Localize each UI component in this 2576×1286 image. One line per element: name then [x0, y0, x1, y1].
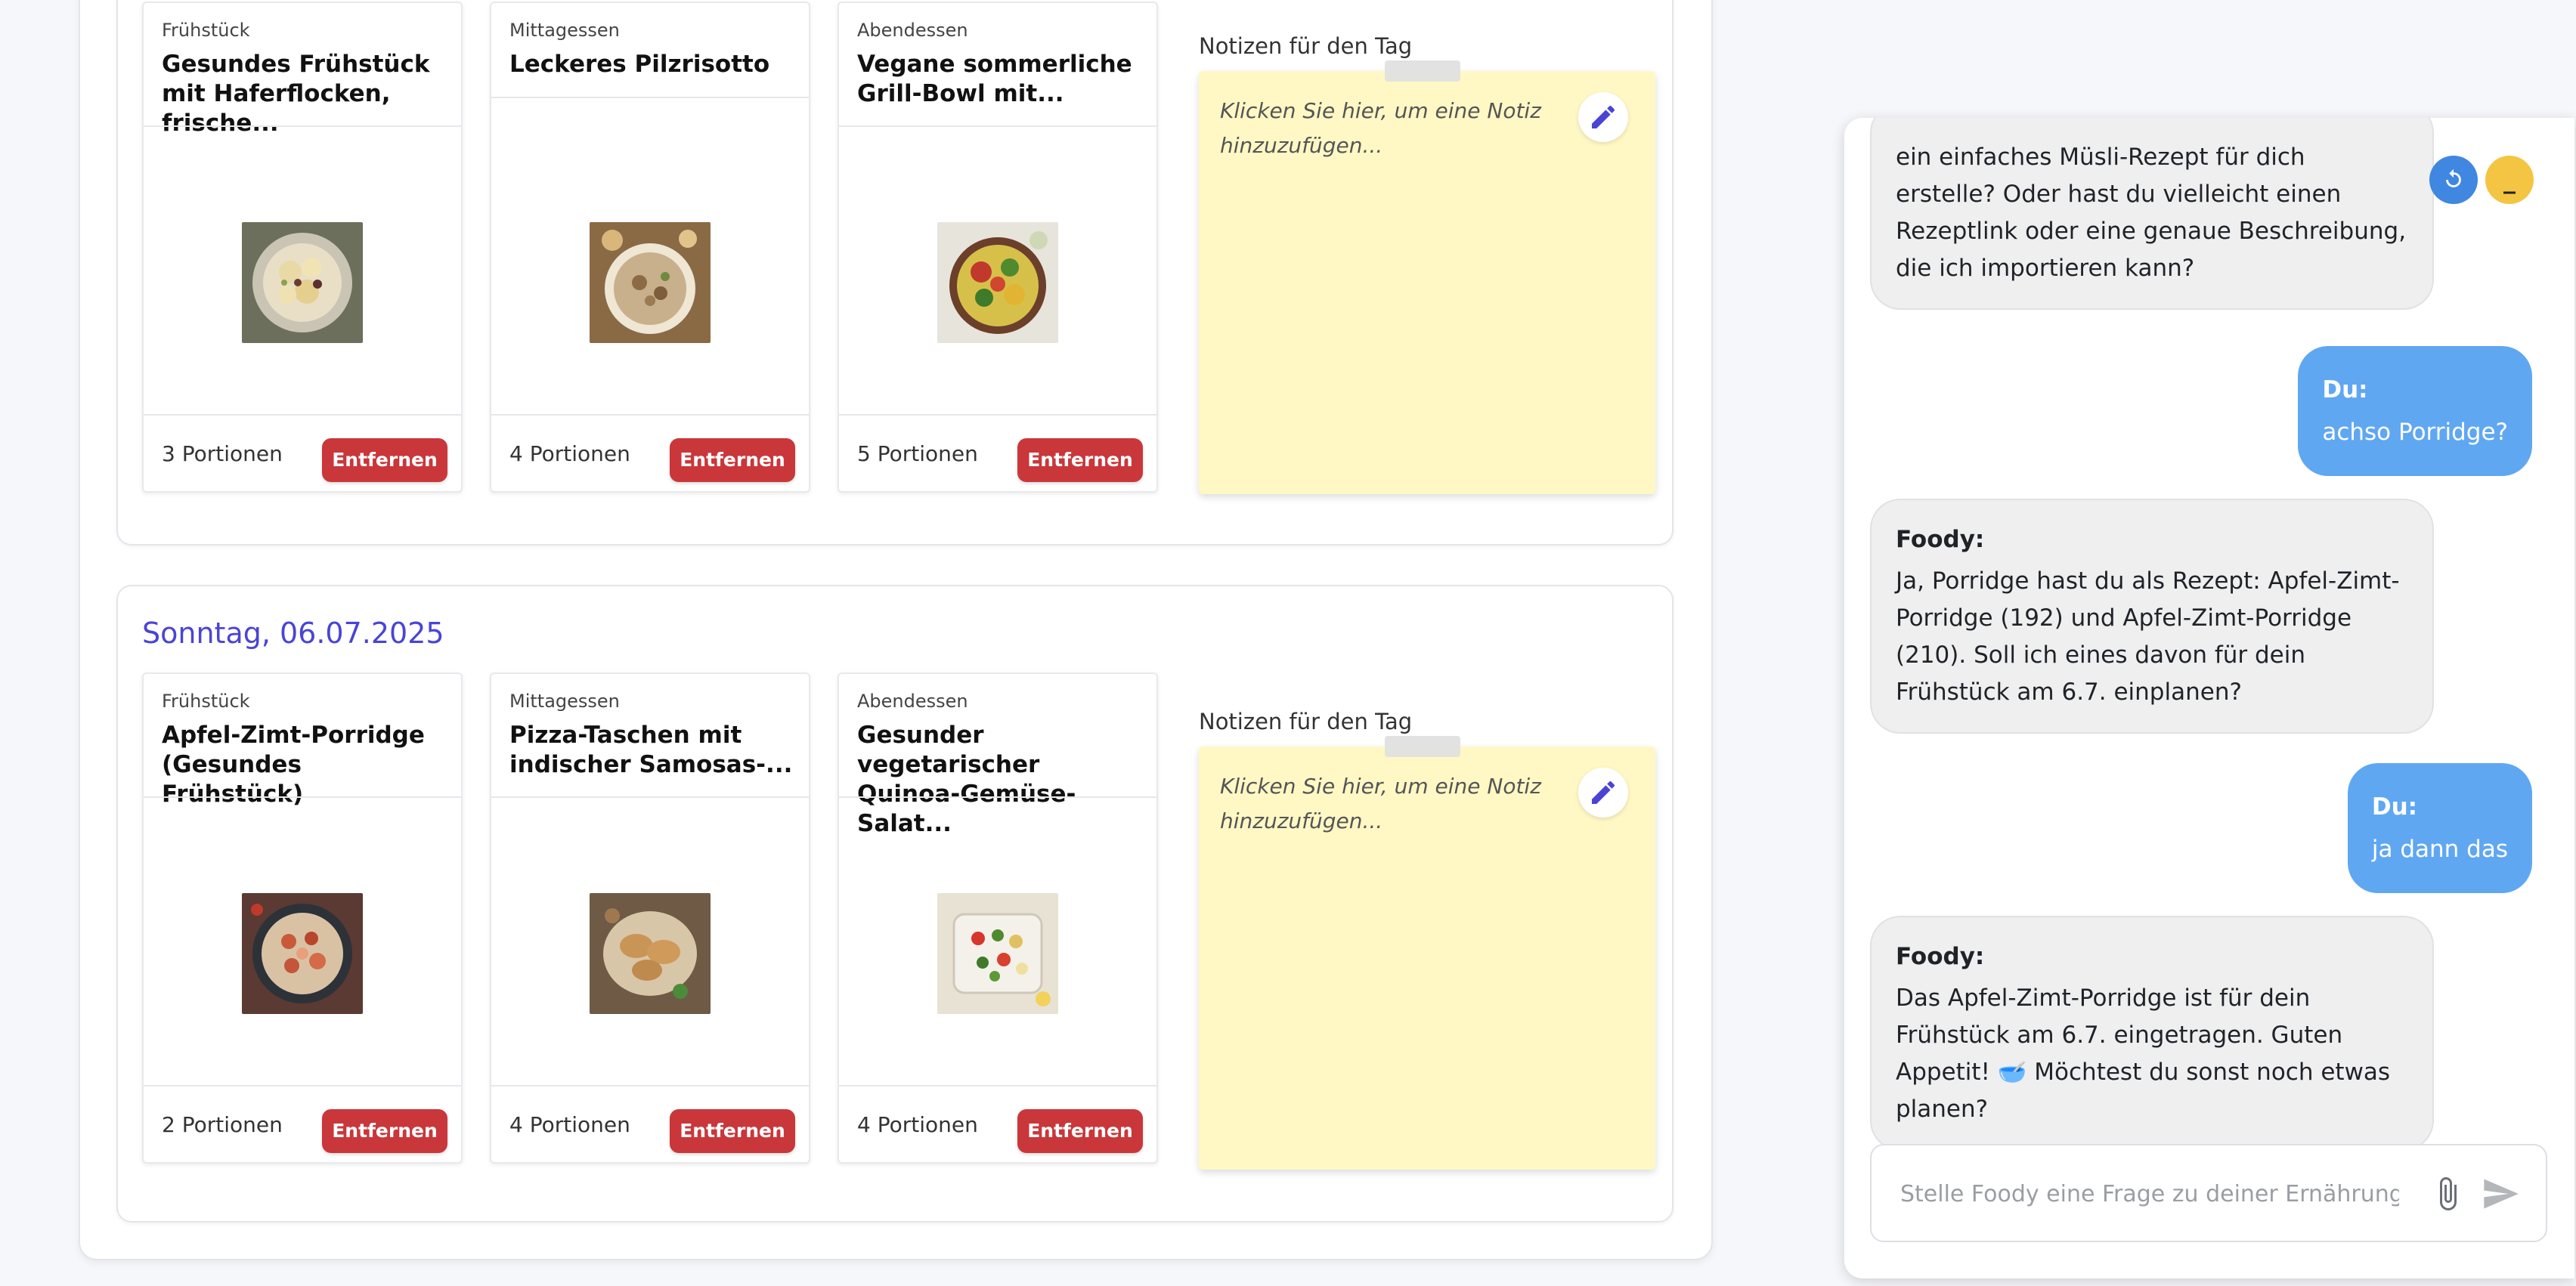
divider	[144, 796, 461, 798]
message-text: ein einfaches Müsli-Rezept für dich erst…	[1896, 144, 2407, 282]
edit-note-button[interactable]	[1578, 768, 1628, 818]
chat-input-box	[1870, 1144, 2547, 1242]
chat-input[interactable]	[1900, 1173, 2399, 1215]
meal-type-label: Frühstück	[162, 691, 250, 712]
divider	[491, 1085, 809, 1087]
tape-decoration	[1385, 60, 1460, 82]
send-icon[interactable]	[2481, 1174, 2520, 1213]
message-sender: Du:	[2322, 376, 2368, 403]
meal-card-breakfast[interactable]: Frühstück Gesundes Frühstück mit Haferfl…	[142, 2, 463, 493]
divider	[491, 414, 809, 416]
note-placeholder[interactable]: Klicken Sie hier, um eine Notiz hinzuzuf…	[1220, 94, 1553, 163]
sticky-note[interactable]: Klicken Sie hier, um eine Notiz hinzuzuf…	[1199, 736, 1655, 1170]
divider	[144, 125, 461, 127]
remove-button[interactable]: Entfernen	[1017, 438, 1143, 482]
chat-message-user: Du: ja dann das	[2347, 763, 2532, 893]
portions-label: 4 Portionen	[509, 441, 630, 466]
meal-card-dinner[interactable]: Abendessen Vegane sommerliche Grill-Bowl…	[838, 2, 1158, 493]
refresh-icon	[2446, 168, 2461, 187]
divider	[839, 796, 1156, 798]
divider	[839, 414, 1156, 416]
paperclip-icon[interactable]	[2429, 1176, 2466, 1212]
divider	[491, 97, 809, 98]
message-text: ja dann das	[2371, 836, 2508, 863]
notes-label: Notizen für den Tag	[1199, 33, 1413, 59]
minimize-chat-button[interactable]: _	[2485, 156, 2534, 204]
meal-image-apple-cinnamon-porridge	[242, 893, 363, 1014]
message-sender: Du:	[2371, 793, 2418, 821]
meal-image-quinoa-salad	[937, 893, 1058, 1014]
pencil-icon	[1592, 105, 1615, 128]
meal-type-label: Mittagessen	[509, 691, 620, 712]
remove-button[interactable]: Entfernen	[670, 1109, 795, 1153]
meal-title[interactable]: Vegane sommerliche Grill-Bowl mit...	[857, 50, 1144, 109]
divider	[144, 414, 461, 416]
meal-title[interactable]: Gesunder vegetarischer Quinoa-Gemüse-Sal…	[857, 721, 1144, 839]
chat-message-bot: Foody: Das Apfel-Zimt-Porridge ist für d…	[1870, 916, 2434, 1151]
meal-type-label: Abendessen	[857, 691, 968, 712]
remove-button[interactable]: Entfernen	[322, 1109, 447, 1153]
meal-image-apple-oat-bowl	[242, 222, 363, 343]
meal-card-lunch[interactable]: Mittagessen Pizza-Taschen mit indischer …	[490, 672, 810, 1164]
divider	[491, 796, 809, 798]
tape-decoration	[1385, 736, 1460, 757]
portions-label: 2 Portionen	[162, 1112, 283, 1137]
day-card: Frühstück Gesundes Frühstück mit Haferfl…	[116, 0, 1673, 546]
meal-card-breakfast[interactable]: Frühstück Apfel-Zimt-Porridge (Gesundes …	[142, 672, 463, 1164]
meal-image-vegan-grill-bowl	[937, 222, 1058, 343]
day-title: Sonntag, 06.07.2025	[142, 617, 444, 650]
meal-type-label: Abendessen	[857, 20, 968, 41]
message-sender: Foody:	[1896, 526, 1985, 553]
minimize-icon: _	[2503, 165, 2516, 194]
divider	[839, 1085, 1156, 1087]
meal-image-mushroom-risotto	[590, 222, 711, 343]
remove-button[interactable]: Entfernen	[1017, 1109, 1143, 1153]
message-sender: Foody:	[1896, 943, 1985, 970]
portions-label: 3 Portionen	[162, 441, 283, 466]
meal-type-label: Mittagessen	[509, 20, 620, 41]
portions-label: 4 Portionen	[857, 1112, 978, 1137]
message-text: Ja, Porridge hast du als Rezept: Apfel-Z…	[1896, 567, 2400, 706]
meal-image-pizza-pockets	[590, 893, 711, 1014]
divider	[839, 125, 1156, 127]
sticky-note[interactable]: Klicken Sie hier, um eine Notiz hinzuzuf…	[1199, 60, 1655, 494]
meal-title[interactable]: Leckeres Pilzrisotto	[509, 50, 797, 79]
meal-card-lunch[interactable]: Mittagessen Leckeres Pilzrisotto 4 Porti…	[490, 2, 810, 493]
note-placeholder[interactable]: Klicken Sie hier, um eine Notiz hinzuzuf…	[1220, 769, 1553, 839]
pencil-icon	[1592, 781, 1615, 804]
divider	[144, 1085, 461, 1087]
meal-title[interactable]: Pizza-Taschen mit indischer Samosas-...	[509, 721, 797, 780]
notes-label: Notizen für den Tag	[1199, 709, 1413, 734]
reset-chat-button[interactable]	[2429, 156, 2478, 204]
chat-message-bot: ein einfaches Müsli-Rezept für dich erst…	[1870, 118, 2434, 310]
chat-panel: ein einfaches Müsli-Rezept für dich erst…	[1844, 118, 2574, 1278]
message-text: achso Porridge?	[2322, 419, 2508, 446]
remove-button[interactable]: Entfernen	[322, 438, 447, 482]
edit-note-button[interactable]	[1578, 92, 1628, 142]
chat-message-bot: Foody: Ja, Porridge hast du als Rezept: …	[1870, 499, 2434, 734]
meal-card-dinner[interactable]: Abendessen Gesunder vegetarischer Quinoa…	[838, 672, 1158, 1164]
message-text: Das Apfel-Zimt-Porridge ist für dein Frü…	[1896, 985, 2391, 1123]
portions-label: 5 Portionen	[857, 441, 978, 466]
remove-button[interactable]: Entfernen	[670, 438, 795, 482]
day-card: Sonntag, 06.07.2025 Frühstück Apfel-Zimt…	[116, 585, 1673, 1223]
portions-label: 4 Portionen	[509, 1112, 630, 1137]
chat-message-user: Du: achso Porridge?	[2298, 346, 2532, 476]
meal-type-label: Frühstück	[162, 20, 250, 41]
